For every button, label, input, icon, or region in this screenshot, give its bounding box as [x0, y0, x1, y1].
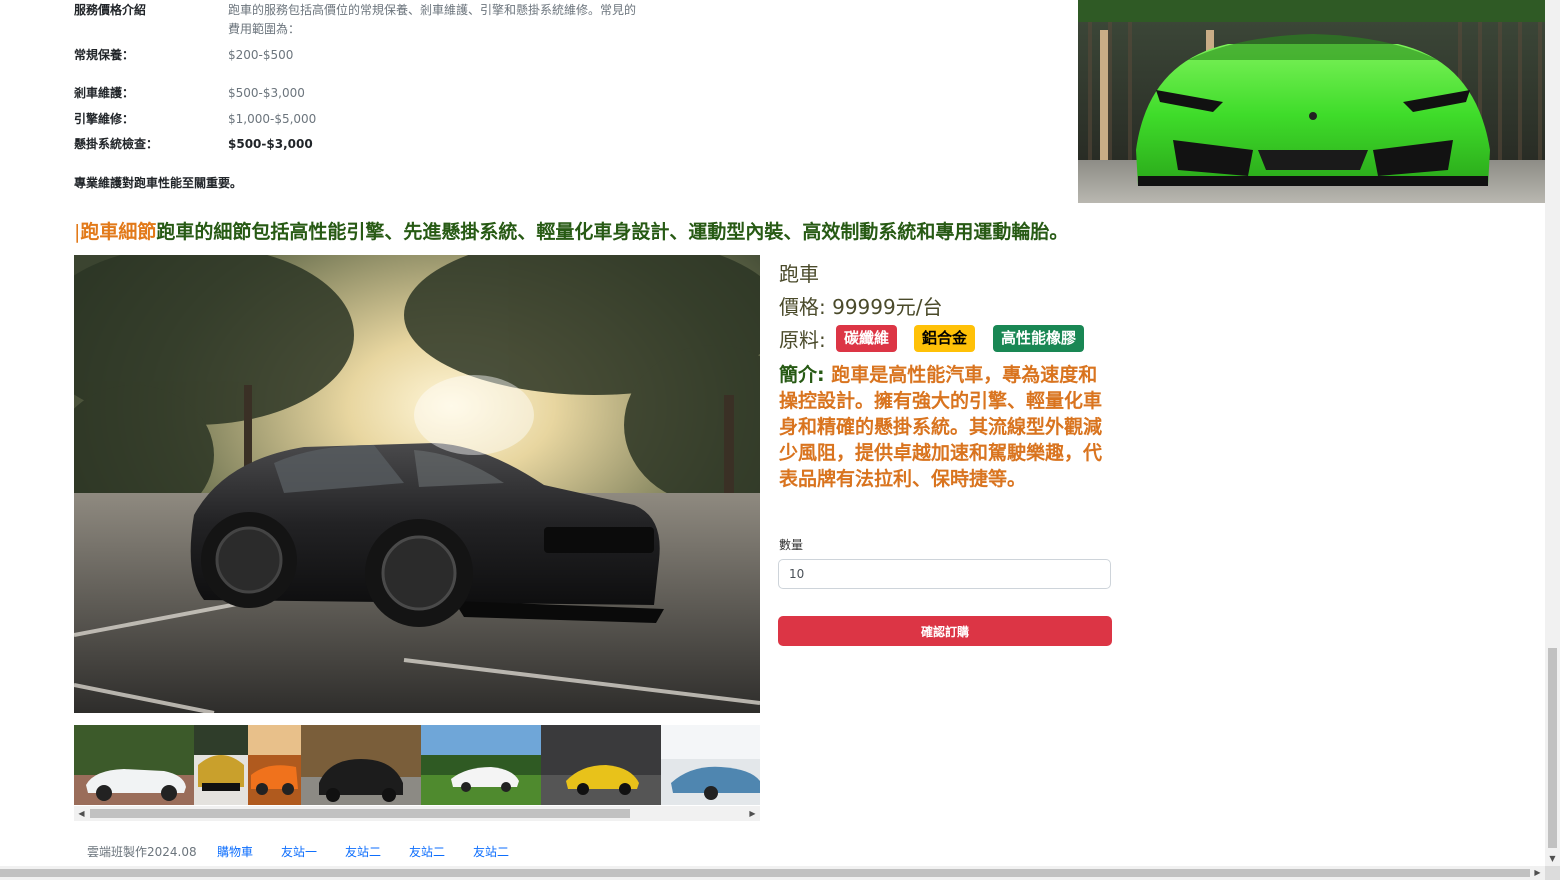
service-note: 專業維護對跑車性能至關重要。 — [74, 176, 243, 190]
materials-label: 原料: — [779, 328, 826, 352]
thumbnail-yellow-amg[interactable] — [541, 725, 661, 805]
price-row-value: $1,000-$5,000 — [228, 112, 317, 126]
material-badge: 鋁合金 — [914, 325, 976, 352]
green-supercar-image — [1078, 0, 1545, 203]
scroll-left-icon[interactable]: ◀ — [74, 806, 89, 821]
footer-link-friend-site[interactable]: 友站二 — [409, 843, 445, 860]
price-row-label: 引擎維修： — [74, 112, 135, 126]
thumbnail-strip[interactable] — [74, 725, 760, 805]
thumbnail-white-tesla[interactable] — [421, 725, 541, 805]
details-heading: |跑車細節跑車的細節包括高性能引擎、先進懸掛系統、輕量化車身設計、運動型內裝、高… — [74, 217, 1068, 244]
confirm-order-button[interactable]: 確認訂購 — [778, 616, 1112, 646]
thumbnail-white-convertible[interactable] — [74, 725, 194, 805]
service-price-title: 服務價格介紹 — [74, 3, 147, 17]
service-intro-line: 跑車的服務包括高價位的常規保養、剎車維護、引擎和懸掛系統維修。常見的 — [228, 3, 637, 17]
footer-link-friend-site[interactable]: 友站二 — [345, 843, 381, 860]
quantity-label: 數量 — [779, 538, 804, 552]
price-row-label: 懸掛系統檢查： — [74, 137, 159, 151]
page-horizontal-scrollbar[interactable]: ▶ — [0, 866, 1545, 880]
price-row-value: $200-$500 — [228, 48, 294, 62]
scroll-down-icon[interactable]: ▼ — [1545, 851, 1560, 866]
thumbnail-image — [661, 725, 760, 805]
thumbnail-scrollbar[interactable]: ◀ ▶ — [74, 806, 760, 821]
horizontal-scrollbar-thumb[interactable] — [0, 869, 1530, 877]
product-intro: 簡介: 跑車是高性能汽車，專為速度和操控設計。擁有強大的引擎、輕量化車身和精確的… — [779, 362, 1109, 492]
thumbnail-image — [541, 725, 661, 805]
thumbnail-orange-bmw[interactable] — [248, 725, 301, 805]
product-price: 價格: 99999元/台 — [779, 295, 943, 319]
details-heading-text: 跑車的細節包括高性能引擎、先進懸掛系統、輕量化車身設計、運動型內裝、高效制動系統… — [156, 221, 1069, 243]
footer-link-friend-site[interactable]: 友站一 — [281, 843, 317, 860]
hero-car-photo — [1078, 0, 1545, 203]
thumbnail-image — [248, 725, 301, 805]
intro-text: 跑車是高性能汽車，專為速度和操控設計。擁有強大的引擎、輕量化車身和精確的懸掛系統… — [779, 364, 1103, 490]
product-name: 跑車 — [779, 262, 819, 286]
price-row-label: 剎車維護： — [74, 86, 135, 100]
thumbnail-gold-car[interactable] — [194, 725, 248, 805]
black-mustang-image — [74, 255, 760, 713]
thumbnail-image — [194, 725, 248, 805]
thumbnail-image — [421, 725, 541, 805]
thumbnail-black-challenger[interactable] — [301, 725, 421, 805]
thumbnail-image — [301, 725, 421, 805]
quantity-input[interactable] — [778, 559, 1111, 589]
vertical-scrollbar-thumb[interactable] — [1548, 648, 1557, 848]
service-intro-line: 費用範圍為： — [228, 22, 301, 36]
footer-credit: 雲端班製作2024.08 — [87, 845, 197, 859]
page: 服務價格介紹 跑車的服務包括高價位的常規保養、剎車維護、引擎和懸掛系統維修。常見… — [0, 0, 1560, 880]
main-product-photo — [74, 255, 760, 713]
scrollbar-corner — [1545, 866, 1560, 880]
material-badge: 碳纖維 — [836, 325, 898, 352]
intro-label: 簡介: — [779, 364, 825, 386]
scroll-right-icon[interactable]: ▶ — [745, 806, 760, 821]
price-row-value: $500-$3,000 — [228, 86, 305, 100]
service-intro-row: 服務價格介紹 跑車的服務包括高價位的常規保養、剎車維護、引擎和懸掛系統維修。常見… — [74, 1, 674, 41]
thumbnail-image — [74, 725, 194, 805]
thumbnail-blue-ferrari[interactable] — [661, 725, 760, 805]
thumbnail-scrollbar-thumb[interactable] — [90, 809, 630, 818]
service-intro-text: 跑車的服務包括高價位的常規保養、剎車維護、引擎和懸掛系統維修。常見的 費用範圍為… — [228, 1, 668, 39]
details-heading-highlight: 跑車細節 — [80, 221, 157, 243]
scroll-right-icon[interactable]: ▶ — [1530, 866, 1545, 880]
page-vertical-scrollbar[interactable]: ▼ — [1545, 0, 1560, 866]
price-row-value: $500-$3,000 — [228, 137, 313, 151]
footer-link-cart[interactable]: 購物車 — [217, 843, 253, 860]
material-badge: 高性能橡膠 — [993, 325, 1085, 352]
materials-row: 原料: 碳纖維 鋁合金 高性能橡膠 — [779, 324, 1085, 353]
footer-link-friend-site[interactable]: 友站二 — [473, 843, 509, 860]
price-row-label: 常規保養： — [74, 48, 135, 62]
